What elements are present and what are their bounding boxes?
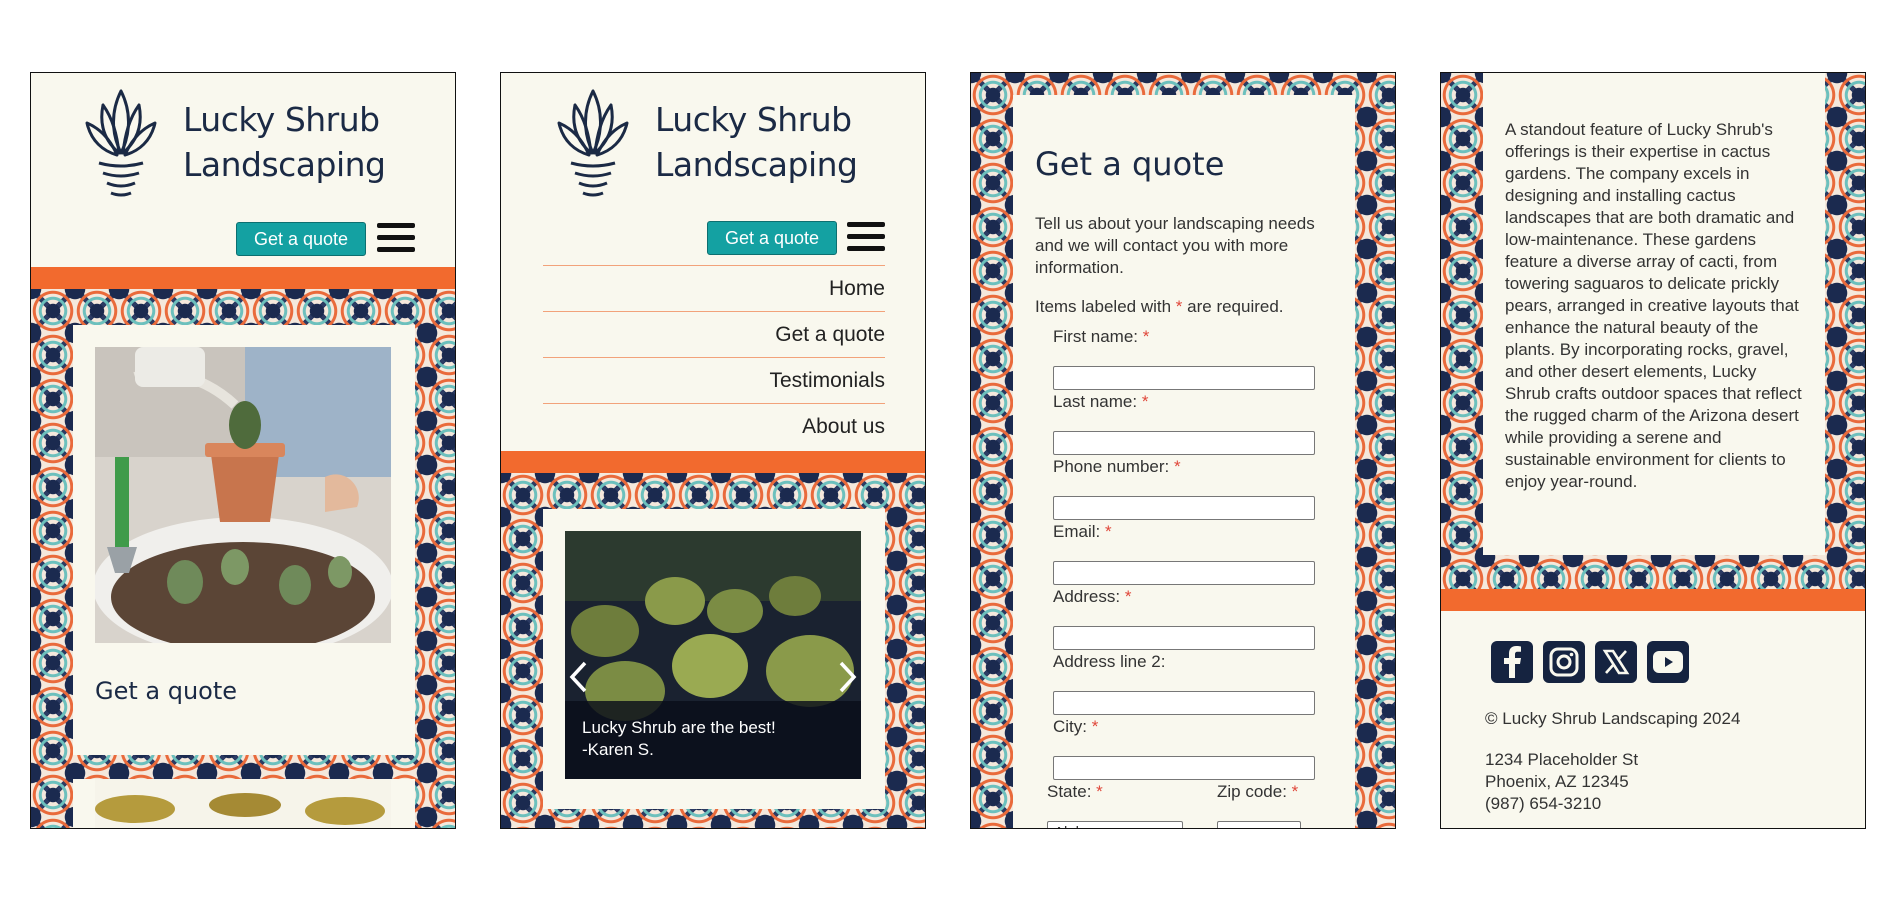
first-name-field[interactable] bbox=[1053, 366, 1315, 390]
nav-item-home[interactable]: Home bbox=[543, 265, 885, 311]
nav-item-testimonials[interactable]: Testimonials bbox=[543, 357, 885, 403]
address-line2-field[interactable] bbox=[1053, 691, 1315, 715]
testimonial-text: Lucky Shrub are the best! bbox=[582, 718, 776, 737]
phone-screen-quote-form: Get a quote Tell us about your landscapi… bbox=[970, 72, 1396, 829]
about-paragraph: A standout feature of Lucky Shrub's offe… bbox=[1505, 120, 1802, 491]
city-field[interactable] bbox=[1053, 756, 1315, 780]
zip-label-text: Zip code: bbox=[1217, 782, 1287, 801]
phone-screen-about-footer: A standout feature of Lucky Shrub's offe… bbox=[1440, 72, 1866, 829]
address-label: Address: * bbox=[1053, 587, 1131, 607]
nav-item-get-a-quote[interactable]: Get a quote bbox=[543, 311, 885, 357]
quote-card[interactable]: Get a quote bbox=[73, 325, 415, 755]
card-title: Get a quote bbox=[95, 677, 238, 705]
zip-field[interactable] bbox=[1217, 821, 1301, 828]
state-label-text: State: bbox=[1047, 782, 1092, 801]
facebook-icon[interactable] bbox=[1491, 641, 1533, 683]
testimonial-author: -Karen S. bbox=[582, 740, 654, 759]
required-marker: * bbox=[1142, 327, 1150, 346]
required-marker: * bbox=[1091, 717, 1099, 736]
instagram-icon[interactable] bbox=[1543, 641, 1585, 683]
x-icon[interactable] bbox=[1595, 641, 1637, 683]
chevron-left-icon[interactable] bbox=[563, 657, 593, 697]
next-card bbox=[73, 779, 415, 828]
phone-screen-home: Lucky Shrub Landscaping Get a quote Get … bbox=[30, 72, 456, 829]
email-label: Email: * bbox=[1053, 522, 1112, 542]
phone-label: Phone number: * bbox=[1053, 457, 1181, 477]
testimonial-quote: Lucky Shrub are the best! -Karen S. bbox=[582, 717, 776, 761]
email-field[interactable] bbox=[1053, 561, 1315, 585]
garden-photo bbox=[95, 779, 391, 828]
zip-label: Zip code: * bbox=[1217, 782, 1298, 802]
address-label-text: Address: bbox=[1053, 587, 1121, 606]
orange-divider bbox=[31, 267, 455, 289]
form-intro: Tell us about your landscaping needs and… bbox=[1035, 214, 1315, 277]
city-label: City: * bbox=[1053, 717, 1098, 737]
city-label-text: City: bbox=[1053, 717, 1087, 736]
first-name-label-text: First name: bbox=[1053, 327, 1139, 346]
footer-contact: 1234 Placeholder St Phoenix, AZ 12345 (9… bbox=[1485, 749, 1638, 815]
phone-label-text: Phone number: bbox=[1053, 457, 1170, 476]
footer-phone: (987) 654-3210 bbox=[1485, 794, 1602, 813]
brand-name-line1: Lucky Shrub bbox=[655, 100, 852, 139]
brand-name-line2: Landscaping bbox=[183, 145, 386, 184]
required-marker: * bbox=[1291, 782, 1299, 801]
phone-screen-menu: Lucky Shrub Landscaping Get a quote Home… bbox=[500, 72, 926, 829]
last-name-label: Last name: * bbox=[1053, 392, 1148, 412]
email-label-text: Email: bbox=[1053, 522, 1101, 541]
required-note: Items labeled with * are required. bbox=[1035, 297, 1284, 317]
last-name-field[interactable] bbox=[1053, 431, 1315, 455]
required-marker: * bbox=[1173, 457, 1181, 476]
footer-address-line1: 1234 Placeholder St bbox=[1485, 750, 1639, 769]
brand-name-line1: Lucky Shrub bbox=[183, 100, 380, 139]
brand-logo[interactable]: Lucky Shrub Landscaping bbox=[553, 83, 858, 201]
address-line2-label: Address line 2: bbox=[1053, 652, 1166, 671]
nav-menu: Home Get a quote Testimonials About us bbox=[543, 265, 885, 449]
nav-item-about-us[interactable]: About us bbox=[543, 403, 885, 449]
state-select[interactable]: Alabama bbox=[1047, 821, 1183, 828]
get-a-quote-button[interactable]: Get a quote bbox=[236, 222, 366, 256]
hamburger-icon[interactable] bbox=[847, 222, 885, 252]
required-note-suffix: are required. bbox=[1182, 297, 1284, 316]
youtube-icon[interactable] bbox=[1647, 641, 1689, 683]
required-marker: * bbox=[1124, 587, 1132, 606]
last-name-label-text: Last name: bbox=[1053, 392, 1138, 411]
copyright-text: © Lucky Shrub Landscaping 2024 bbox=[1485, 709, 1741, 728]
hamburger-icon[interactable] bbox=[377, 223, 415, 253]
orange-divider bbox=[1441, 589, 1865, 611]
brand-name: Lucky Shrub Landscaping bbox=[655, 97, 858, 187]
get-a-quote-button[interactable]: Get a quote bbox=[707, 221, 837, 255]
shrub-logo-icon bbox=[85, 89, 157, 197]
address-field[interactable] bbox=[1053, 626, 1315, 650]
form-title: Get a quote bbox=[1035, 145, 1225, 183]
required-note-prefix: Items labeled with bbox=[1035, 297, 1176, 316]
testimonial-card: Lucky Shrub are the best! -Karen S. bbox=[543, 509, 885, 809]
shrub-logo-icon bbox=[557, 89, 629, 197]
cactus-pot-photo bbox=[95, 347, 391, 643]
state-label: State: * bbox=[1047, 782, 1103, 802]
chevron-right-icon[interactable] bbox=[833, 657, 863, 697]
brand-name-line2: Landscaping bbox=[655, 145, 858, 184]
required-marker: * bbox=[1104, 522, 1112, 541]
brand-name: Lucky Shrub Landscaping bbox=[183, 97, 386, 187]
required-marker: * bbox=[1096, 782, 1103, 801]
phone-field[interactable] bbox=[1053, 496, 1315, 520]
required-marker: * bbox=[1141, 392, 1149, 411]
footer-address-line2: Phoenix, AZ 12345 bbox=[1485, 772, 1629, 791]
brand-logo[interactable]: Lucky Shrub Landscaping bbox=[81, 83, 386, 201]
first-name-label: First name: * bbox=[1053, 327, 1149, 347]
orange-divider bbox=[501, 451, 925, 473]
about-card: A standout feature of Lucky Shrub's offe… bbox=[1483, 73, 1825, 555]
